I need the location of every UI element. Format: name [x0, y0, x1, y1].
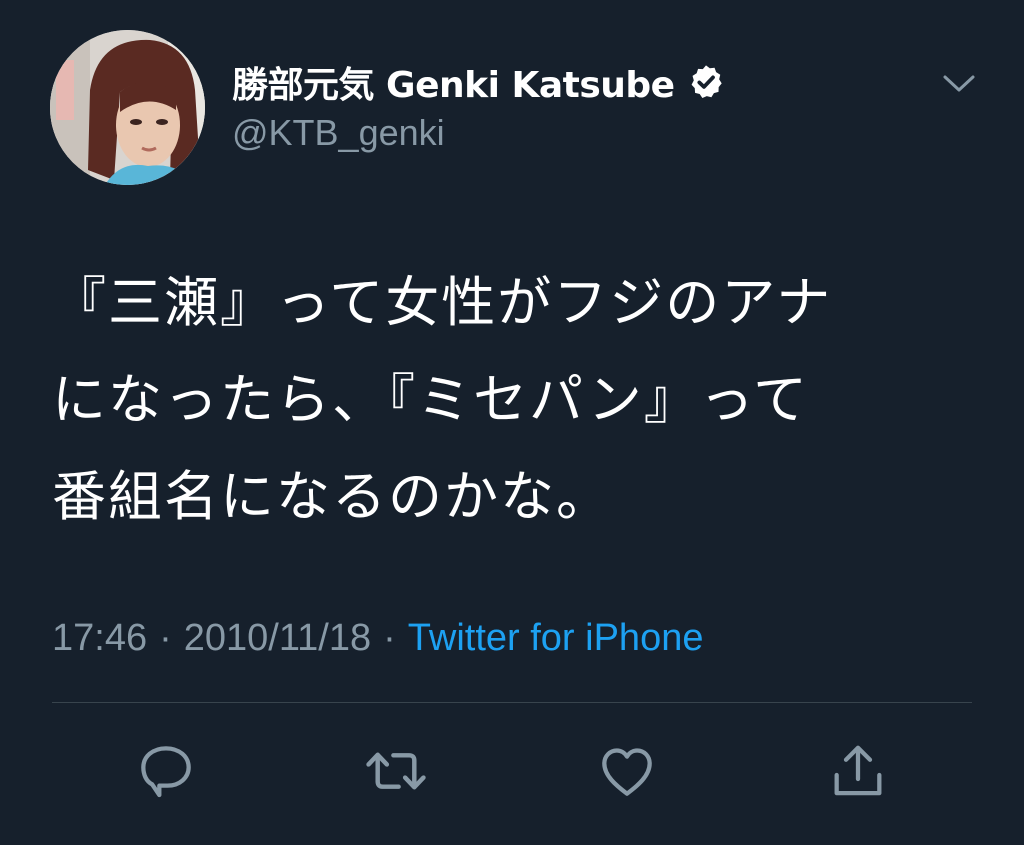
- reply-button[interactable]: [130, 735, 202, 807]
- verified-badge-icon: [687, 63, 725, 101]
- avatar-image: [50, 30, 205, 185]
- chevron-down-icon: [943, 75, 975, 92]
- tweet-text: 『三瀬』って女性がフジのアナ になったら、『ミセパン』って 番組名になるのかな。: [52, 254, 952, 545]
- display-name[interactable]: 勝部元気 Genki Katsube: [232, 56, 675, 108]
- tweet-time[interactable]: 17:46: [52, 617, 147, 660]
- tweet-text-line: 『三瀬』って女性がフジのアナ: [52, 271, 833, 334]
- tweet-date[interactable]: 2010/11/18: [184, 617, 371, 660]
- speech-bubble-icon: [141, 746, 191, 798]
- action-bar: [0, 735, 1024, 815]
- tweet-card: 勝部元気 Genki Katsube @KTB_genki 『三瀬』って女性がフ…: [0, 0, 1024, 845]
- avatar[interactable]: [50, 30, 205, 185]
- display-name-row[interactable]: 勝部元気 Genki Katsube: [232, 56, 725, 108]
- tweet-meta: 17:46 · 2010/11/18 · Twitter for iPhone: [52, 612, 703, 664]
- share-button[interactable]: [822, 735, 894, 807]
- retweet-icon: [366, 752, 426, 790]
- retweet-button[interactable]: [360, 735, 432, 807]
- user-handle[interactable]: @KTB_genki: [232, 112, 445, 154]
- tweet-source-link[interactable]: Twitter for iPhone: [408, 617, 704, 660]
- heart-icon: [602, 748, 652, 796]
- share-icon: [834, 745, 882, 796]
- tweet-text-line: になったら、『ミセパン』って: [52, 368, 809, 431]
- more-options-button[interactable]: [935, 60, 983, 108]
- meta-separator: ·: [159, 616, 172, 659]
- meta-separator: ·: [383, 616, 396, 659]
- like-button[interactable]: [591, 735, 663, 807]
- divider: [52, 702, 972, 703]
- tweet-text-line: 番組名になるのかな。: [52, 465, 612, 528]
